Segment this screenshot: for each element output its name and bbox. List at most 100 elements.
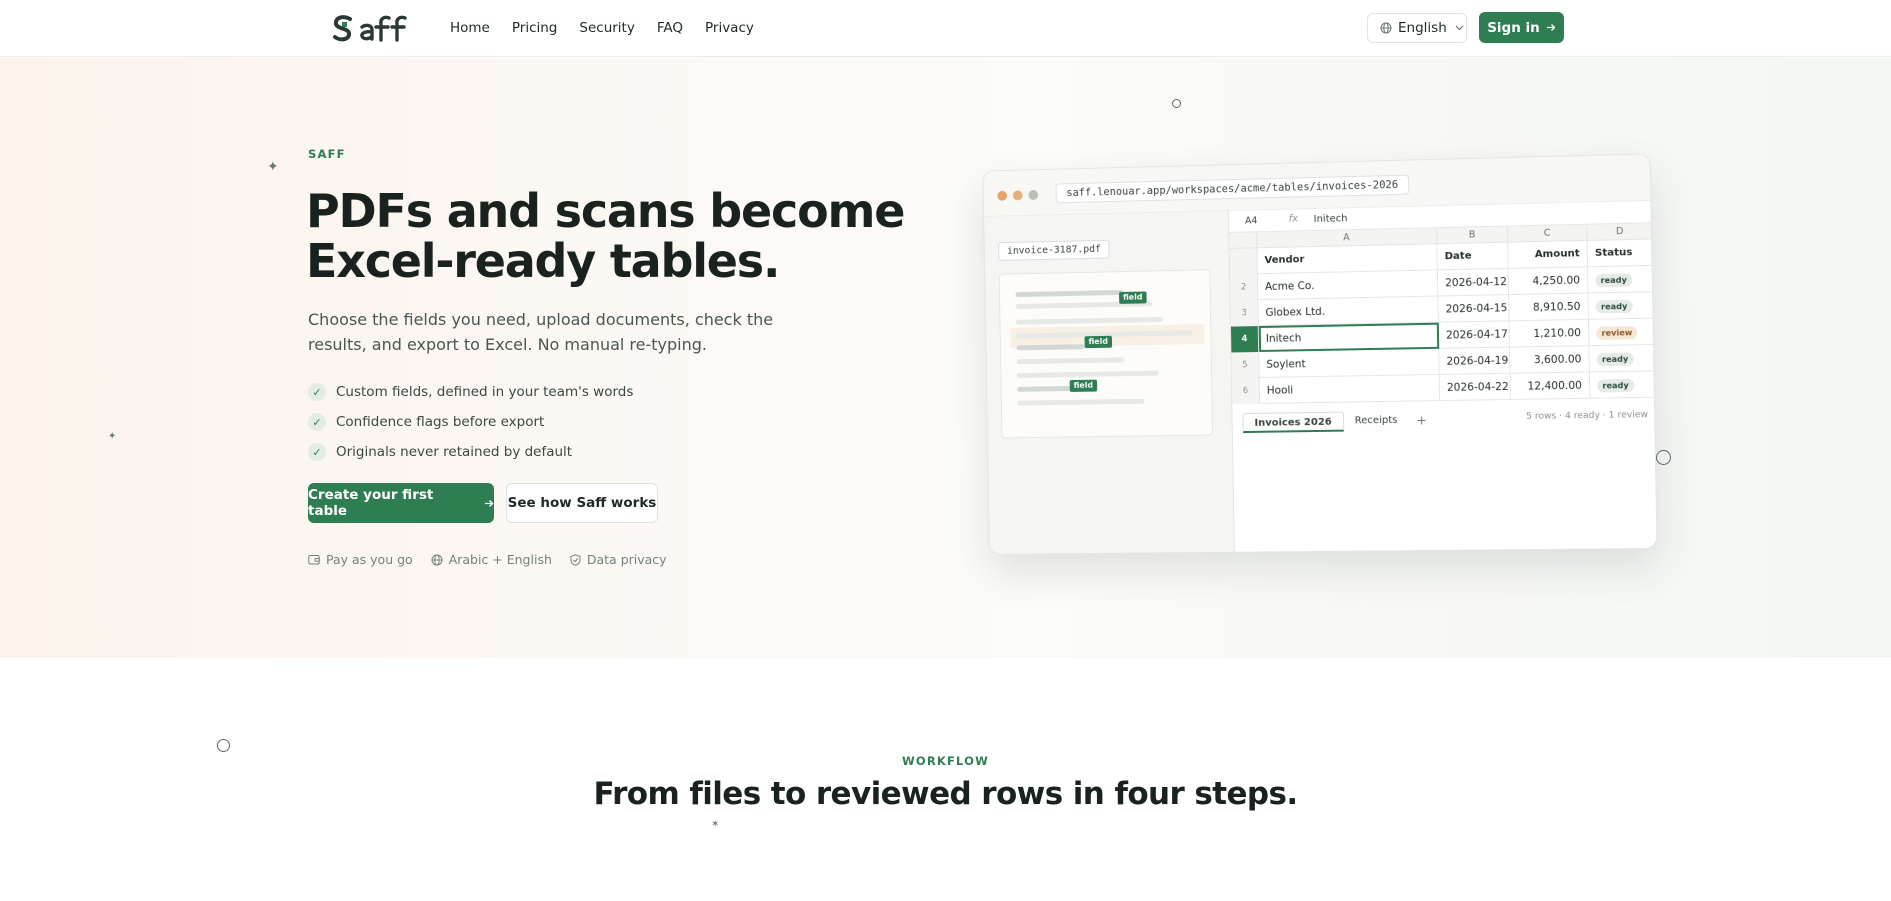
doc-line (1016, 344, 1085, 351)
cell-date[interactable]: 2026-04-12 (1437, 268, 1510, 297)
header-cell: Amount (1508, 240, 1589, 269)
window-dot (997, 190, 1008, 201)
cell-amount[interactable]: 12,400.00 (1510, 372, 1591, 400)
checklist-text: Originals never retained by default (336, 444, 573, 460)
cell-vendor[interactable]: Hooli (1259, 374, 1441, 404)
globe-icon (1380, 22, 1392, 34)
cell-date[interactable]: 2026-04-17 (1438, 321, 1511, 349)
row-number (1229, 248, 1258, 275)
hero-eyebrow: SAFF (308, 147, 346, 161)
sparkle-icon: ✶ (711, 819, 720, 830)
nav-link-pricing[interactable]: Pricing (512, 19, 558, 37)
sheet-tab-invoices[interactable]: Invoices 2026 (1242, 411, 1344, 434)
row-number: 2 (1230, 274, 1259, 301)
workflow-eyebrow: WORKFLOW (901, 754, 990, 768)
cell-reference: A4 (1244, 215, 1258, 227)
see-how-button[interactable]: See how Saff works (506, 483, 658, 523)
check-icon: ✓ (308, 413, 326, 431)
chevron-down-icon (1455, 25, 1464, 31)
row-number: 3 (1230, 300, 1259, 327)
arrow-right-icon (484, 499, 494, 508)
field-tag: field (1084, 335, 1112, 349)
column-header-b[interactable]: B (1437, 226, 1509, 245)
cell-amount[interactable]: 8,910.50 (1509, 293, 1589, 322)
cell-vendor-selected[interactable]: Initech (1258, 322, 1440, 352)
add-sheet-button[interactable]: + (1408, 410, 1435, 430)
checklist-item: ✓ Confidence flags before export (308, 407, 633, 437)
badge-pay-as-you-go: Pay as you go (308, 552, 413, 567)
corner-header (1229, 232, 1258, 249)
checklist-text: Confidence flags before export (336, 414, 545, 430)
nav-link-privacy[interactable]: Privacy (705, 19, 754, 37)
cell-status[interactable]: ready (1588, 292, 1655, 320)
badge-languages: Arabic + English (431, 552, 552, 567)
circle-decoration (1656, 450, 1671, 465)
cell-amount[interactable]: 1,210.00 (1509, 319, 1590, 348)
status-badge: review (1596, 326, 1638, 340)
cell-amount[interactable]: 3,600.00 (1510, 346, 1590, 374)
checklist-item: ✓ Originals never retained by default (308, 437, 633, 467)
nav-links: Home Pricing Security FAQ Privacy (450, 19, 776, 37)
saff-logo-mark (333, 15, 407, 42)
arrow-right-icon (1546, 23, 1556, 32)
cell-status[interactable]: ready (1589, 371, 1656, 399)
document-preview: field field field (998, 269, 1214, 439)
nav-link-home[interactable]: Home (450, 19, 490, 37)
create-table-label: Create your first table (308, 487, 434, 519)
check-icon: ✓ (308, 443, 326, 461)
status-badge: ready (1597, 378, 1634, 393)
fx-label: fx (1288, 213, 1299, 225)
cell-date[interactable]: 2026-04-15 (1438, 295, 1510, 323)
sign-in-label: Sign in (1487, 19, 1540, 36)
nav-link-faq[interactable]: FAQ (657, 19, 683, 37)
status-badge: ready (1595, 299, 1633, 314)
sparkle-icon: ✦ (108, 431, 117, 442)
checklist-text: Custom fields, defined in your team's wo… (336, 384, 634, 400)
badge-text: Arabic + English (448, 552, 552, 567)
sheet-tabs: Invoices 2026 Receipts + (1242, 410, 1435, 434)
document-preview-pane: invoice-3187.pdf field field field (984, 211, 1235, 555)
column-header-c[interactable]: C (1507, 224, 1588, 243)
trust-badges: Pay as you go Arabic + English Data priv… (308, 552, 685, 567)
cell-vendor[interactable]: Acme Co. (1257, 270, 1439, 301)
doc-line (1017, 398, 1145, 406)
window-dot (1028, 189, 1039, 201)
cell-status[interactable]: ready (1588, 265, 1655, 294)
cell-amount[interactable]: 4,250.00 (1508, 267, 1589, 296)
cell-status[interactable]: review (1588, 318, 1656, 347)
cell-date[interactable]: 2026-04-19 (1439, 347, 1511, 375)
column-header-d[interactable]: D (1587, 223, 1654, 241)
badge-text: Pay as you go (326, 552, 413, 567)
feature-checklist: ✓ Custom fields, defined in your team's … (308, 377, 633, 467)
header-cell: Status (1587, 239, 1654, 268)
see-how-label: See how Saff works (507, 495, 657, 511)
doc-line (1015, 289, 1123, 298)
spreadsheet-grid: A4 fx Initech A B C D Vendor Date Amount… (1228, 200, 1658, 554)
language-label: English (1398, 20, 1447, 36)
badge-text: Data privacy (586, 552, 667, 567)
globe-icon (431, 554, 443, 566)
saff-logo[interactable] (332, 11, 424, 45)
create-table-button[interactable]: Create your first table (308, 483, 494, 523)
workflow-title: From files to reviewed rows in four step… (593, 776, 1298, 812)
window-dot (1012, 190, 1023, 201)
cell-status[interactable]: ready (1589, 344, 1656, 373)
cell-vendor[interactable]: Soylent (1259, 348, 1440, 378)
language-select[interactable]: English (1367, 13, 1467, 43)
status-badge: ready (1596, 352, 1634, 367)
sign-in-button[interactable]: Sign in (1479, 12, 1564, 43)
cell-date[interactable]: 2026-04-22 (1439, 373, 1511, 402)
document-filename: invoice-3187.pdf (998, 239, 1110, 261)
row-number: 5 (1231, 351, 1260, 379)
check-icon: ✓ (308, 383, 326, 401)
mockup-url-bar: saff.lenouar.app/workspaces/acme/tables/… (1055, 174, 1410, 204)
header-cell: Date (1437, 242, 1509, 271)
nav-link-security[interactable]: Security (579, 19, 634, 37)
sheet-tab-receipts[interactable]: Receipts (1344, 411, 1409, 432)
top-nav: Home Pricing Security FAQ Privacy Englis… (0, 0, 1891, 57)
sheet-status: 5 rows · 4 ready · 1 review (1526, 410, 1649, 422)
cell-vendor[interactable]: Globex Ltd. (1258, 296, 1439, 327)
doc-line (1016, 357, 1125, 365)
row-number: 4 (1230, 326, 1260, 353)
header-cell: Vendor (1257, 244, 1438, 275)
